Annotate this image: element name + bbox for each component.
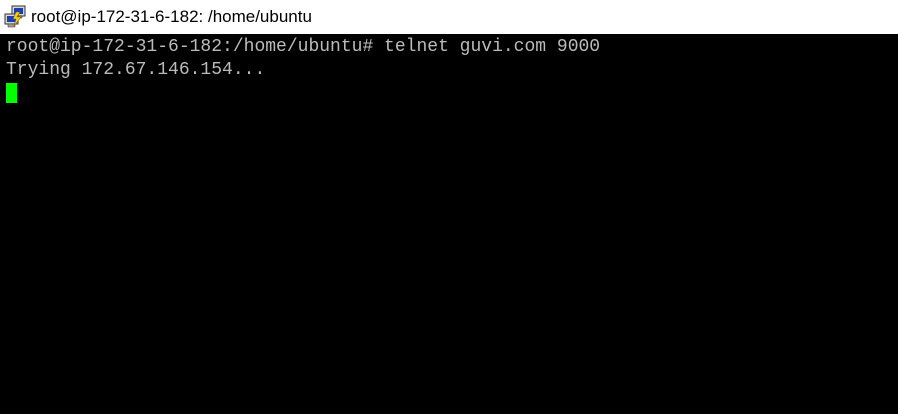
terminal-cursor-line xyxy=(6,82,898,105)
terminal-output[interactable]: root@ip-172-31-6-182:/home/ubuntu# telne… xyxy=(0,34,898,414)
putty-icon[interactable] xyxy=(3,5,27,29)
title-bar[interactable]: root@ip-172-31-6-182: /home/ubuntu xyxy=(0,0,898,34)
terminal-line-command: root@ip-172-31-6-182:/home/ubuntu# telne… xyxy=(6,37,601,57)
window-title: root@ip-172-31-6-182: /home/ubuntu xyxy=(31,7,312,26)
terminal-line-output: Trying 172.67.146.154... xyxy=(6,60,266,80)
terminal-cursor xyxy=(6,83,17,103)
terminal-window: root@ip-172-31-6-182: /home/ubuntu root@… xyxy=(0,0,898,414)
